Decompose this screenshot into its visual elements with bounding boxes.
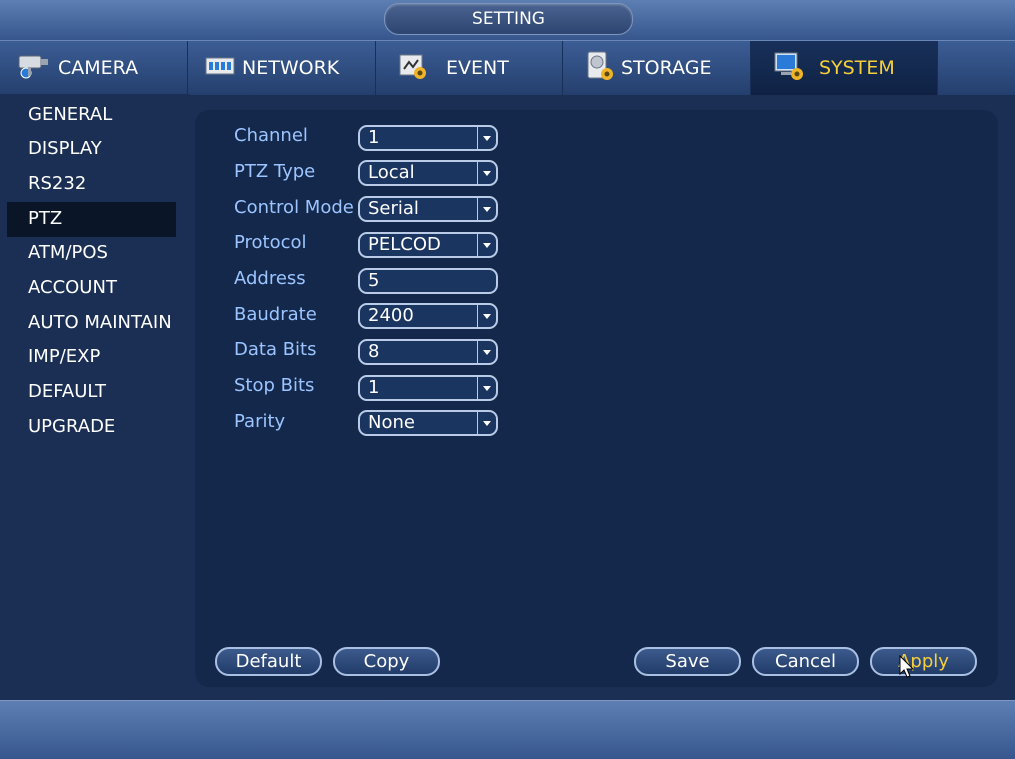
protocol-label: Protocol xyxy=(234,232,307,253)
ptz-type-value: Local xyxy=(368,162,415,183)
tab-camera[interactable]: CAMERA xyxy=(0,41,188,95)
mouse-pointer-icon xyxy=(899,654,915,683)
tab-bar: CAMERA NETWORK EVENT STORAGE SYSTEM xyxy=(0,40,1015,95)
chevron-down-icon[interactable] xyxy=(477,412,496,434)
stop-bits-select[interactable]: 1 xyxy=(358,375,498,401)
sidebar-item-upgrade[interactable]: UPGRADE xyxy=(28,412,115,442)
save-button[interactable]: Save xyxy=(634,647,741,676)
baudrate-select[interactable]: 2400 xyxy=(358,303,498,329)
parity-value: None xyxy=(368,412,415,433)
tab-label: SYSTEM xyxy=(819,57,895,79)
control-mode-label: Control Mode xyxy=(234,197,354,218)
control-mode-value: Serial xyxy=(368,198,419,219)
chevron-down-icon[interactable] xyxy=(477,305,496,327)
camera-icon xyxy=(16,51,58,86)
ptz-type-select[interactable]: Local xyxy=(358,160,498,186)
tab-event[interactable]: EVENT xyxy=(376,41,563,95)
address-value: 5 xyxy=(368,270,380,291)
chevron-down-icon[interactable] xyxy=(477,127,496,149)
parity-label: Parity xyxy=(234,411,286,432)
chevron-down-icon[interactable] xyxy=(477,377,496,399)
event-icon xyxy=(398,51,434,86)
address-label: Address xyxy=(234,268,306,289)
channel-select[interactable]: 1 xyxy=(358,125,498,151)
tab-label: NETWORK xyxy=(242,57,340,79)
system-icon xyxy=(773,50,811,87)
chevron-down-icon[interactable] xyxy=(477,162,496,184)
default-button[interactable]: Default xyxy=(215,647,322,676)
tab-network[interactable]: NETWORK xyxy=(188,41,376,95)
copy-button[interactable]: Copy xyxy=(333,647,440,676)
control-mode-select[interactable]: Serial xyxy=(358,196,498,222)
data-bits-value: 8 xyxy=(368,341,380,362)
channel-label: Channel xyxy=(234,125,308,146)
bottom-bar xyxy=(0,700,1015,759)
network-icon xyxy=(204,52,242,85)
protocol-value: PELCOD xyxy=(368,234,441,255)
chevron-down-icon[interactable] xyxy=(477,341,496,363)
data-bits-select[interactable]: 8 xyxy=(358,339,498,365)
tab-label: EVENT xyxy=(446,57,509,79)
chevron-down-icon[interactable] xyxy=(477,198,496,220)
channel-value: 1 xyxy=(368,127,380,148)
protocol-select[interactable]: PELCOD xyxy=(358,232,498,258)
cancel-button[interactable]: Cancel xyxy=(752,647,859,676)
tab-system[interactable]: SYSTEM xyxy=(751,41,938,95)
sidebar-item-rs232[interactable]: RS232 xyxy=(28,169,86,199)
title-bar: SETTING xyxy=(0,0,1015,40)
storage-icon xyxy=(585,50,621,87)
baudrate-value: 2400 xyxy=(368,305,414,326)
address-input[interactable]: 5 xyxy=(358,268,498,294)
sidebar-item-imp-exp[interactable]: IMP/EXP xyxy=(28,342,100,372)
data-bits-label: Data Bits xyxy=(234,339,317,360)
chevron-down-icon[interactable] xyxy=(477,234,496,256)
stop-bits-label: Stop Bits xyxy=(234,375,315,396)
tab-label: CAMERA xyxy=(58,57,139,79)
baudrate-label: Baudrate xyxy=(234,304,317,325)
sidebar-item-general[interactable]: GENERAL xyxy=(28,100,112,130)
sidebar-item-atm-pos[interactable]: ATM/POS xyxy=(28,238,108,268)
tab-label: STORAGE xyxy=(621,57,712,79)
parity-select[interactable]: None xyxy=(358,410,498,436)
sidebar-item-ptz[interactable]: PTZ xyxy=(28,204,62,234)
apply-button[interactable]: Apply xyxy=(870,647,977,676)
sidebar-item-account[interactable]: ACCOUNT xyxy=(28,273,117,303)
stop-bits-value: 1 xyxy=(368,377,380,398)
tab-storage[interactable]: STORAGE xyxy=(563,41,751,95)
sidebar-item-display[interactable]: DISPLAY xyxy=(28,134,102,164)
window-title: SETTING xyxy=(384,3,633,35)
ptz-type-label: PTZ Type xyxy=(234,161,316,182)
sidebar-item-auto-maintain[interactable]: AUTO MAINTAIN xyxy=(28,308,172,338)
sidebar-item-default[interactable]: DEFAULT xyxy=(28,377,106,407)
